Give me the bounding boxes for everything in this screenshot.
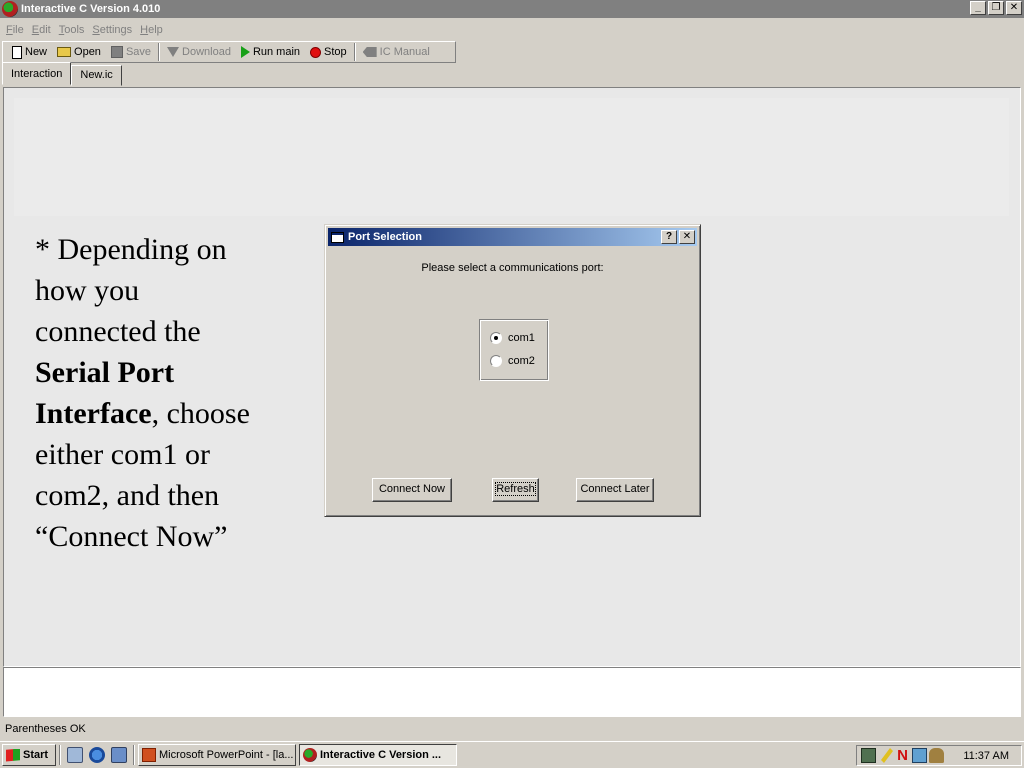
internet-explorer-icon[interactable] bbox=[89, 747, 105, 763]
minimize-button[interactable]: _ bbox=[970, 1, 986, 15]
manual-icon bbox=[362, 47, 377, 57]
ic-manual-label: IC Manual bbox=[379, 46, 430, 58]
tab-interaction[interactable]: Interaction bbox=[2, 62, 72, 85]
dialog-titlebar[interactable]: Port Selection ? ✕ bbox=[328, 228, 697, 246]
stop-label: Stop bbox=[324, 46, 347, 58]
toolbar: New Open Save Download Run main Stop IC … bbox=[2, 41, 456, 63]
radio-button[interactable] bbox=[490, 355, 502, 367]
slide-line: connected the bbox=[35, 315, 201, 348]
taskbar-divider bbox=[59, 745, 61, 765]
dialog-title: Port Selection bbox=[348, 231, 422, 243]
windows-flag-icon bbox=[6, 748, 20, 762]
clock[interactable]: 11:37 AM bbox=[963, 750, 1009, 762]
menu-edit[interactable]: Edit bbox=[28, 24, 55, 36]
radio-label: com2 bbox=[508, 355, 535, 367]
slide-line: , choose bbox=[151, 397, 250, 430]
slide-line: com2, and then bbox=[35, 479, 220, 512]
tab-strip: Interaction New.ic bbox=[2, 62, 122, 86]
pen-tool-icon[interactable] bbox=[881, 748, 893, 763]
slide-line: * Depending on bbox=[35, 233, 227, 266]
dialog-window-icon bbox=[331, 231, 344, 243]
save-label: Save bbox=[125, 46, 152, 58]
open-folder-icon bbox=[57, 47, 72, 57]
toolbar-separator bbox=[158, 43, 161, 61]
command-input[interactable] bbox=[3, 667, 1021, 717]
help-button[interactable]: ? bbox=[661, 230, 677, 244]
slide-bold-text: Interface bbox=[35, 397, 152, 430]
status-text: Parentheses OK bbox=[5, 723, 86, 735]
dialog-close-button[interactable]: ✕ bbox=[679, 230, 695, 244]
start-label: Start bbox=[23, 749, 49, 761]
slide-line: how you bbox=[35, 274, 140, 307]
port-selection-dialog: Port Selection ? ✕ Please select a commu… bbox=[324, 224, 701, 517]
port-radio-group: com1 com2 bbox=[479, 319, 549, 381]
menu-settings[interactable]: Settings bbox=[88, 24, 136, 36]
interactive-c-icon bbox=[2, 1, 18, 17]
refresh-label: Refresh bbox=[495, 482, 536, 496]
slide-instruction-text: * Depending on how you connected the Ser… bbox=[35, 229, 305, 557]
new-document-icon bbox=[12, 45, 22, 59]
task-interactive-c[interactable]: Interactive C Version ... bbox=[299, 744, 457, 766]
menu-bar: File Edit Tools Settings Help bbox=[0, 20, 1024, 39]
powerpoint-icon bbox=[142, 748, 156, 762]
toolbar-separator bbox=[353, 43, 356, 61]
save-disk-icon bbox=[110, 46, 123, 58]
download-button[interactable]: Download bbox=[162, 42, 236, 62]
open-label: Open bbox=[74, 46, 101, 58]
tab-new-ic[interactable]: New.ic bbox=[71, 65, 122, 86]
radio-label: com1 bbox=[508, 332, 535, 344]
new-label: New bbox=[25, 46, 48, 58]
start-button[interactable]: Start bbox=[2, 744, 56, 766]
new-button[interactable]: New bbox=[7, 42, 52, 62]
download-label: Download bbox=[182, 46, 231, 58]
dialog-prompt: Please select a communications port: bbox=[421, 262, 604, 274]
menu-file[interactable]: File bbox=[2, 24, 28, 36]
play-triangle-icon bbox=[240, 46, 250, 58]
volume-speaker-icon[interactable] bbox=[929, 748, 944, 763]
run-main-button[interactable]: Run main bbox=[236, 42, 305, 62]
norton-antivirus-icon[interactable]: N bbox=[895, 748, 910, 763]
display-monitor-icon[interactable] bbox=[912, 748, 927, 763]
outlook-express-icon[interactable] bbox=[111, 747, 127, 763]
close-button[interactable]: ✕ bbox=[1006, 1, 1022, 15]
radio-com2[interactable]: com2 bbox=[490, 355, 535, 367]
connect-later-button[interactable]: Connect Later bbox=[576, 478, 654, 502]
download-arrow-icon bbox=[167, 47, 180, 57]
radio-button-checked[interactable] bbox=[490, 332, 502, 344]
task-label: Interactive C Version ... bbox=[320, 749, 442, 761]
window-controls: _ ❐ ✕ bbox=[970, 1, 1022, 15]
radio-com1[interactable]: com1 bbox=[490, 332, 535, 344]
status-bar: Parentheses OK bbox=[0, 719, 1024, 739]
taskbar-divider bbox=[133, 745, 135, 765]
system-tray: N 11:37 AM bbox=[856, 745, 1022, 766]
slide-line: “Connect Now” bbox=[35, 520, 228, 553]
ic-manual-button[interactable]: IC Manual bbox=[358, 42, 435, 62]
run-main-label: Run main bbox=[252, 46, 301, 58]
show-desktop-icon[interactable] bbox=[67, 747, 83, 763]
refresh-button[interactable]: Refresh bbox=[492, 478, 539, 502]
interactive-c-icon bbox=[303, 748, 317, 762]
stop-circle-icon bbox=[310, 46, 322, 58]
menu-tools[interactable]: Tools bbox=[55, 24, 89, 36]
window-titlebar[interactable]: Interactive C Version 4.010 _ ❐ ✕ bbox=[0, 0, 1024, 18]
save-button[interactable]: Save bbox=[106, 42, 156, 62]
menu-help[interactable]: Help bbox=[136, 24, 167, 36]
window-title: Interactive C Version 4.010 bbox=[21, 3, 161, 15]
interaction-area bbox=[14, 98, 1009, 216]
restore-button[interactable]: ❐ bbox=[988, 1, 1004, 15]
connect-now-button[interactable]: Connect Now bbox=[372, 478, 452, 502]
task-label: Microsoft PowerPoint - [la... bbox=[159, 749, 294, 761]
dialog-controls: ? ✕ bbox=[661, 230, 695, 244]
taskbar: Start Microsoft PowerPoint - [la... Inte… bbox=[0, 741, 1024, 768]
task-powerpoint[interactable]: Microsoft PowerPoint - [la... bbox=[138, 744, 296, 766]
network-icon[interactable] bbox=[861, 748, 876, 763]
slide-line: either com1 or bbox=[35, 438, 210, 471]
slide-bold-text: Serial Port bbox=[35, 356, 175, 389]
stop-button[interactable]: Stop bbox=[305, 42, 352, 62]
open-button[interactable]: Open bbox=[52, 42, 106, 62]
